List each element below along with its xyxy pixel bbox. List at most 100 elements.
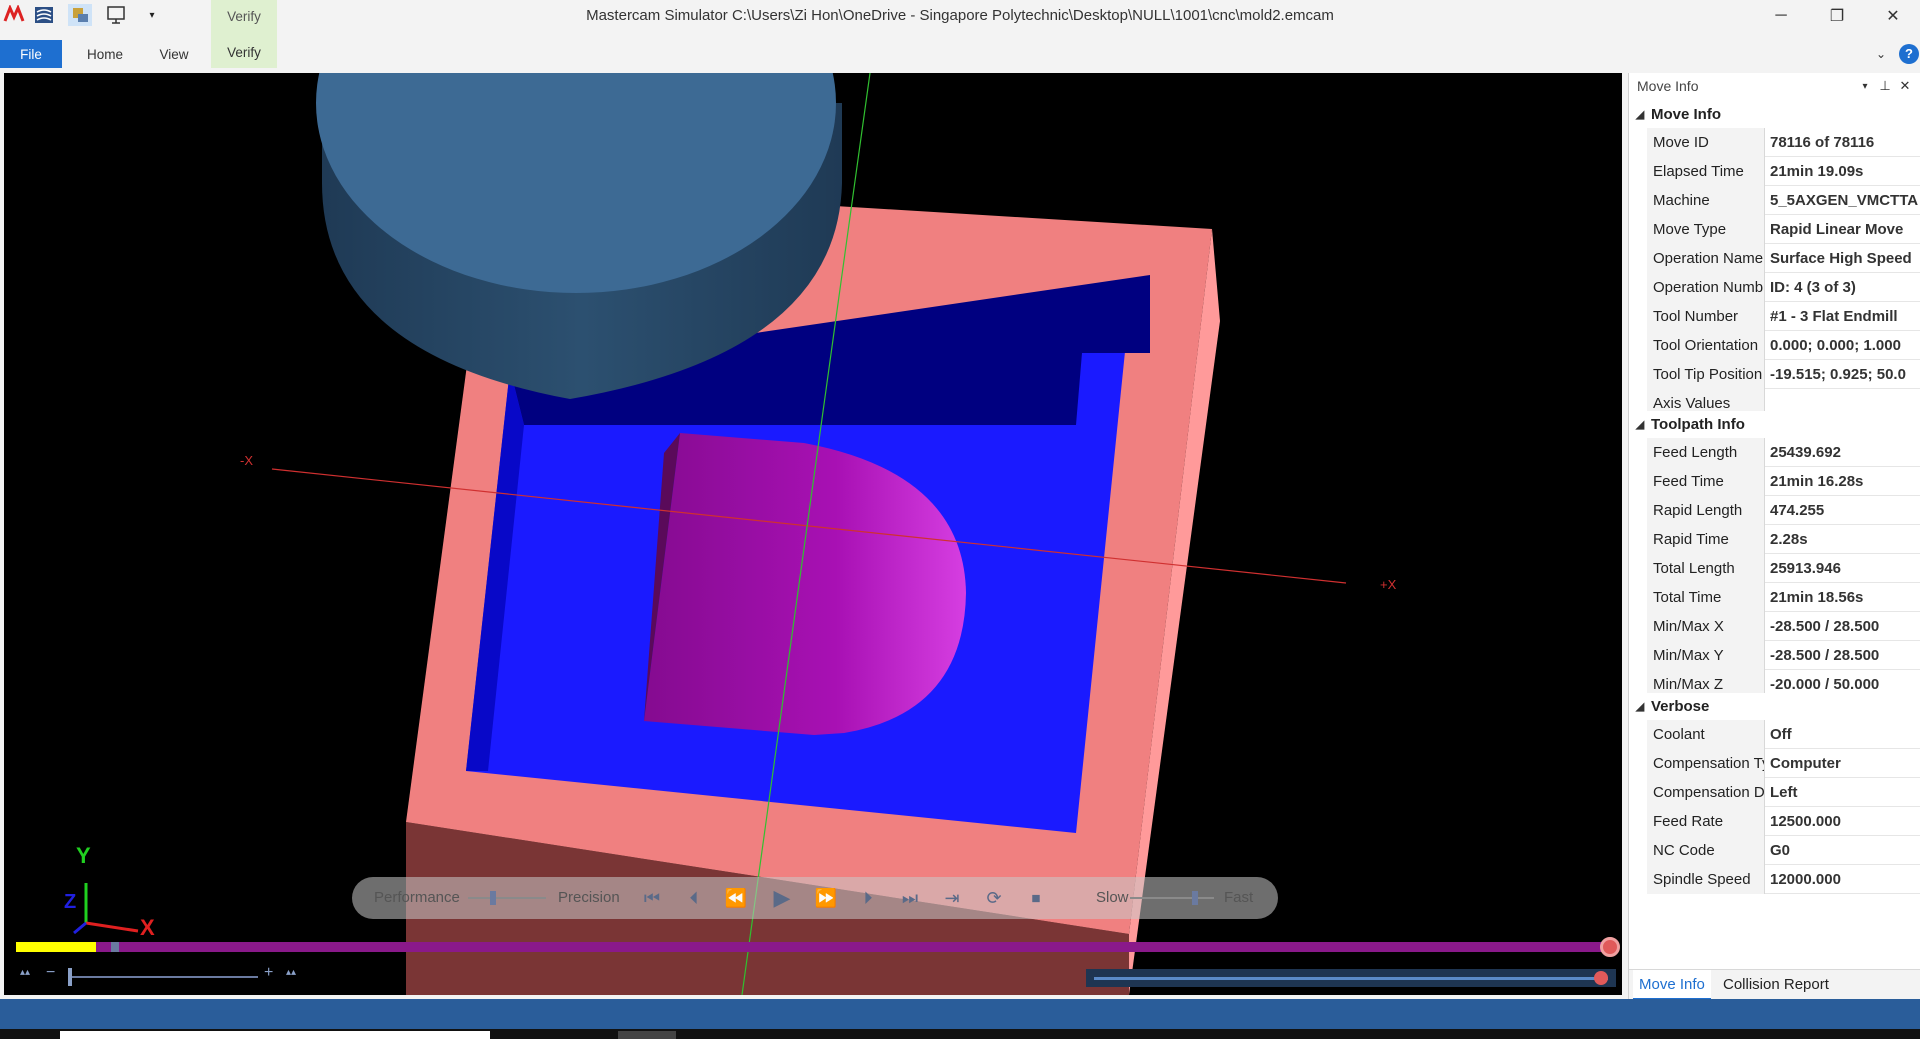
skip-to-start-icon[interactable]: ⏮	[638, 885, 666, 911]
speed-slider-thumb[interactable]	[1192, 891, 1199, 905]
collapse-triangle-icon[interactable]: ◢	[1629, 108, 1651, 121]
move-info-panel: Move Info ▾ ⊥ ✕ ◢ Move Info Move ID 78116…	[1628, 73, 1920, 1000]
window-title: Mastercam Simulator C:\Users\Zi Hon\OneD…	[586, 7, 1334, 24]
title-bar: ▾ Mastercam Simulator C:\Users\Zi Hon\On…	[0, 0, 1920, 32]
performance-slider-thumb[interactable]	[489, 891, 496, 905]
performance-label: Performance	[374, 889, 460, 906]
play-icon[interactable]: ▶	[768, 885, 796, 911]
property-row[interactable]: Machine 5_5AXGEN_VMCTTA	[1647, 186, 1920, 215]
triad-x-label: X	[140, 915, 155, 940]
property-key: Spindle Speed	[1647, 865, 1765, 894]
property-row[interactable]: Elapsed Time 21min 19.09s	[1647, 157, 1920, 186]
section-move-info[interactable]: ◢ Move Info	[1629, 101, 1920, 127]
property-row[interactable]: Min/Max X -28.500 / 28.500	[1647, 612, 1920, 641]
timeline-slider[interactable]	[1086, 969, 1616, 987]
playback-control-bar: Performance Precision ⏮ ⏴ ⏪ ▶ ⏩ ⏵ ⏭ ⇥ ⟳ …	[352, 877, 1278, 919]
taskbar-app[interactable]	[618, 1031, 676, 1039]
step-back-icon[interactable]: ⏴	[680, 885, 708, 911]
property-row[interactable]: Feed Rate 12500.000	[1647, 807, 1920, 836]
step-forward-icon[interactable]: ⏵	[854, 885, 882, 911]
tab-move-info[interactable]: Move Info	[1633, 970, 1711, 1000]
property-row[interactable]: Move Type Rapid Linear Move	[1647, 215, 1920, 244]
stop-condition-icon[interactable]: ⏹	[1022, 885, 1050, 911]
taskbar-search[interactable]	[60, 1031, 490, 1039]
skip-to-end-icon[interactable]: ⏭	[896, 885, 924, 911]
collapse-triangle-icon[interactable]: ◢	[1629, 700, 1651, 713]
section-title: Toolpath Info	[1651, 415, 1745, 433]
pin-icon[interactable]: ⊥	[1876, 77, 1894, 95]
zoom-minus-button[interactable]: −	[46, 964, 55, 982]
slow-label: Slow	[1096, 889, 1129, 906]
property-row[interactable]: Tool Tip Position -19.515; 0.925; 50.0	[1647, 360, 1920, 389]
neg-x-label: -X	[240, 453, 253, 468]
property-row[interactable]: Rapid Time 2.28s	[1647, 525, 1920, 554]
taskbar	[0, 1029, 1920, 1039]
property-value: Surface High Speed	[1770, 250, 1912, 267]
property-row[interactable]: Move ID 78116 of 78116	[1647, 128, 1920, 157]
tab-home[interactable]: Home	[78, 40, 132, 68]
property-row[interactable]: Tool Orientation 0.000; 0.000; 1.000	[1647, 331, 1920, 360]
step-operation-icon[interactable]: ⇥	[938, 885, 966, 911]
help-label: ?	[1899, 44, 1919, 64]
chevron-down-icon[interactable]: ⌄	[1868, 40, 1894, 68]
close-button[interactable]: ✕	[1870, 0, 1916, 32]
panel-close-icon[interactable]: ✕	[1896, 77, 1914, 95]
fast-forward-icon[interactable]: ⏩	[812, 885, 840, 911]
loop-icon[interactable]: ⟳	[980, 885, 1008, 911]
property-row[interactable]: Compensation Ty Computer	[1647, 749, 1920, 778]
property-row[interactable]: Feed Time 21min 16.28s	[1647, 467, 1920, 496]
tab-file[interactable]: File	[0, 40, 62, 68]
property-value: #1 - 3 Flat Endmill	[1770, 308, 1898, 325]
property-value: 25913.946	[1770, 560, 1841, 577]
property-key: NC Code	[1647, 836, 1765, 865]
performance-slider[interactable]	[468, 891, 546, 905]
property-key: Move ID	[1647, 128, 1765, 157]
property-value: -19.515; 0.925; 50.0	[1770, 366, 1906, 383]
zoom-plus-button[interactable]: +	[264, 964, 273, 982]
tab-verify[interactable]: Verify	[211, 45, 277, 60]
tab-view[interactable]: View	[148, 40, 200, 68]
property-key: Coolant	[1647, 720, 1765, 749]
tab-collision-report[interactable]: Collision Report	[1717, 970, 1835, 1000]
zoom-in-small-icon[interactable]: ▴▴	[286, 967, 296, 978]
property-row[interactable]: Operation Numb ID: 4 (3 of 3)	[1647, 273, 1920, 302]
property-key: Compensation Ty	[1647, 749, 1765, 778]
panel-dropdown-icon[interactable]: ▾	[1856, 77, 1874, 95]
section-toolpath-info[interactable]: ◢ Toolpath Info	[1629, 411, 1920, 437]
section-verbose[interactable]: ◢ Verbose	[1629, 693, 1920, 719]
speed-slider[interactable]	[1130, 891, 1214, 905]
property-row[interactable]: NC Code G0	[1647, 836, 1920, 865]
property-row[interactable]: Coolant Off	[1647, 720, 1920, 749]
property-row[interactable]: Min/Max Y -28.500 / 28.500	[1647, 641, 1920, 670]
property-row[interactable]: Total Length 25913.946	[1647, 554, 1920, 583]
collapse-triangle-icon[interactable]: ◢	[1629, 418, 1651, 431]
property-value: Computer	[1770, 755, 1841, 772]
property-value: 0.000; 0.000; 1.000	[1770, 337, 1901, 354]
context-label: Verify	[227, 9, 261, 24]
zoom-slider-thumb[interactable]	[68, 968, 72, 986]
progress-end-thumb[interactable]	[1600, 937, 1620, 957]
verify-context-group: Verify Verify	[211, 0, 277, 68]
progress-fill	[16, 942, 96, 952]
property-row[interactable]: Feed Length 25439.692	[1647, 438, 1920, 467]
property-row[interactable]: Compensation D Left	[1647, 778, 1920, 807]
zoom-out-small-icon[interactable]: ▴▴	[20, 967, 30, 978]
property-value: Rapid Linear Move	[1770, 221, 1904, 238]
progress-track[interactable]	[16, 942, 1614, 952]
property-row[interactable]: Rapid Length 474.255	[1647, 496, 1920, 525]
progress-marker	[111, 942, 119, 952]
timeline-thumb[interactable]	[1594, 971, 1608, 985]
rewind-icon[interactable]: ⏪	[722, 885, 750, 911]
property-key: Feed Length	[1647, 438, 1765, 467]
minimize-button[interactable]: ─	[1758, 0, 1804, 32]
simulation-viewport[interactable]: -X +X Y X Z Performance Precision ⏮ ⏴ ⏪ …	[4, 73, 1622, 995]
property-value: 2.28s	[1770, 531, 1808, 548]
property-row[interactable]: Total Time 21min 18.56s	[1647, 583, 1920, 612]
zoom-slider[interactable]	[68, 968, 258, 986]
property-row[interactable]: Tool Number #1 - 3 Flat Endmill	[1647, 302, 1920, 331]
restore-button[interactable]: ❐	[1814, 0, 1860, 32]
help-icon[interactable]: ?	[1898, 40, 1920, 68]
property-value: -28.500 / 28.500	[1770, 647, 1880, 664]
property-row[interactable]: Operation Name Surface High Speed	[1647, 244, 1920, 273]
property-row[interactable]: Spindle Speed 12000.000	[1647, 865, 1920, 894]
